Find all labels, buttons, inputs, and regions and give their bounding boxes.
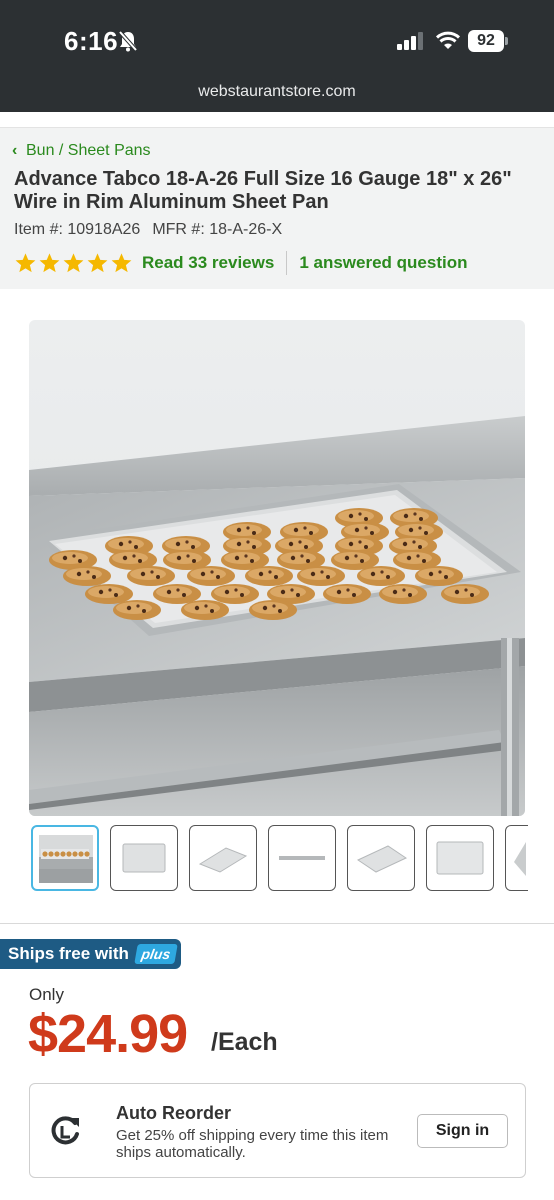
thumbnail-2[interactable] <box>110 825 178 891</box>
answered-questions-link[interactable]: 1 answered question <box>299 253 467 273</box>
thumbnail-6[interactable] <box>426 825 494 891</box>
item-numbers: Item #: 10918A26 MFR #: 18-A-26-X <box>14 221 294 239</box>
thumbnail-7[interactable] <box>505 825 528 891</box>
thumbnail-5[interactable] <box>347 825 415 891</box>
breadcrumb[interactable]: ‹ Bun / Sheet Pans <box>12 142 151 160</box>
cellular-signal-icon <box>397 32 423 50</box>
breadcrumb-label: Bun / Sheet Pans <box>26 142 151 159</box>
battery-level: 92 <box>468 30 504 52</box>
thumbnail-1[interactable] <box>31 825 99 891</box>
rating-row: Read 33 reviews 1 answered question <box>14 250 467 276</box>
sheet-pan-photo <box>29 320 525 816</box>
product-header: ‹ Bun / Sheet Pans Advance Tabco 18-A-26 … <box>0 127 554 289</box>
thumbnail-strip[interactable] <box>31 825 528 893</box>
chevron-left-icon: ‹ <box>12 142 18 159</box>
auto-reorder-title: Auto Reorder <box>116 1103 232 1123</box>
read-reviews-link[interactable]: Read 33 reviews <box>142 253 274 273</box>
ships-free-banner[interactable]: Ships free with plus <box>0 939 181 969</box>
ships-free-label: Ships free with <box>8 944 129 963</box>
auto-reorder-description: Get 25% off shipping every time this ite… <box>116 1127 389 1161</box>
star-icon <box>15 253 36 273</box>
battery-indicator: 92 <box>468 30 508 52</box>
auto-reorder-icon <box>51 1116 79 1145</box>
price-unit: /Each <box>211 1028 278 1056</box>
silent-bell-icon <box>118 30 138 52</box>
star-icon <box>87 253 108 273</box>
status-bar: 6:16 92 <box>0 0 554 78</box>
star-icon <box>39 253 60 273</box>
mfr-number: MFR #: 18-A-26-X <box>152 221 283 238</box>
product-title: Advance Tabco 18-A-26 Full Size 16 Gauge… <box>14 168 512 213</box>
thumbnail-3[interactable] <box>189 825 257 891</box>
star-rating[interactable] <box>14 252 134 274</box>
divider <box>286 251 288 275</box>
price: $24.99 <box>28 1004 188 1064</box>
url-bar[interactable]: webstaurantstore.com <box>0 78 554 112</box>
auto-reorder-card: Auto Reorder Get 25% off shipping every … <box>29 1083 526 1178</box>
star-icon <box>63 253 84 273</box>
thumbnail-4[interactable] <box>268 825 336 891</box>
only-label: Only <box>29 985 64 1004</box>
status-time: 6:16 <box>64 26 119 56</box>
url-domain: webstaurantstore.com <box>198 83 356 100</box>
plus-badge: plus <box>134 944 178 964</box>
sign-in-button[interactable]: Sign in <box>417 1114 508 1148</box>
item-number: Item #: 10918A26 <box>14 221 141 238</box>
divider <box>0 923 554 924</box>
wifi-icon <box>435 31 461 49</box>
star-icon <box>111 253 132 273</box>
main-product-image[interactable] <box>29 320 525 816</box>
